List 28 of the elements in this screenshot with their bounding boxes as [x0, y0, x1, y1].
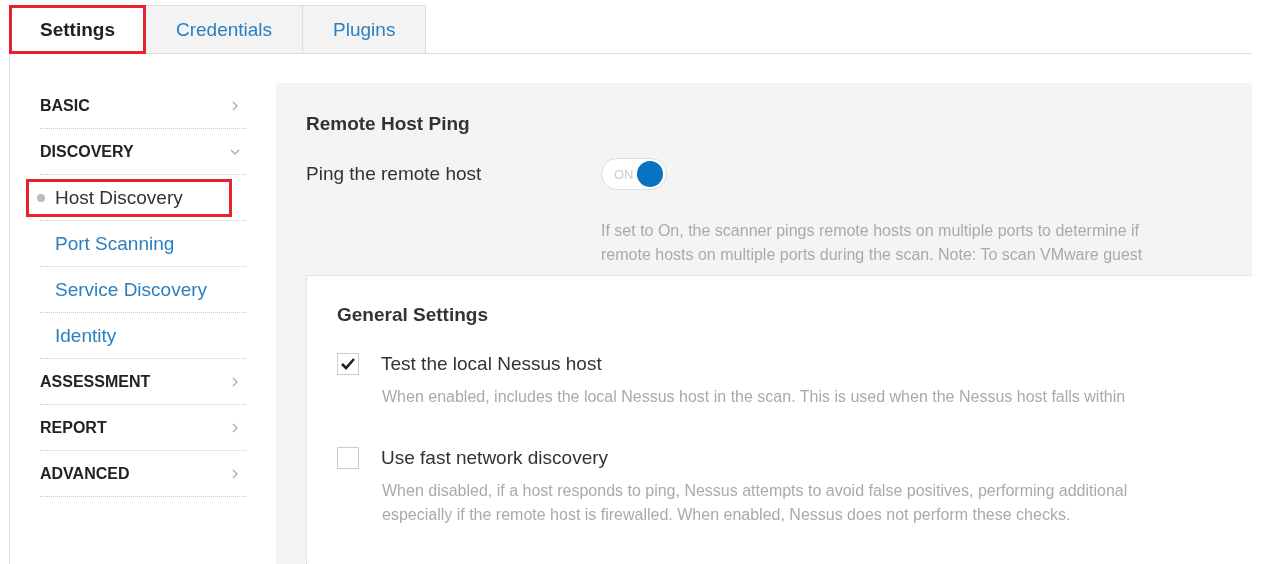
tab[interactable]: Plugins [303, 5, 427, 54]
section-title: Remote Host Ping [306, 113, 471, 135]
sidebar-section[interactable]: ADVANCED [40, 451, 246, 497]
option-description: When enabled, includes the local Nessus host in the scan. This is used when the Nessus host falls within [382, 387, 1127, 407]
setting-label: Ping the remote host [306, 163, 483, 185]
sidebar-item[interactable]: Host Discovery [26, 178, 232, 217]
checkbox[interactable] [337, 447, 359, 469]
section-title: General Settings [337, 304, 489, 326]
sidebar-section[interactable]: DISCOVERY [40, 129, 246, 175]
option-label: Test the local Nessus host [381, 353, 602, 375]
option-description: When disabled, if a host responds to ping, Nessus attempts to avoid false positives, performing additional especially if the remote host is firewalled. When enabled, Nessus does not perform these checks. [382, 481, 1129, 525]
sidebar-section[interactable]: ASSESSMENT [40, 359, 246, 405]
chevron-right-icon [230, 468, 240, 479]
option-label: Use fast network discovery [381, 447, 609, 469]
sidebar-section[interactable]: REPORT [40, 405, 246, 451]
sidebar-item[interactable]: Service Discovery [26, 270, 220, 309]
bullet-icon [37, 193, 45, 202]
sidebar-item[interactable]: Port Scanning [26, 224, 187, 263]
sidebar-item[interactable]: Identity [26, 316, 129, 355]
tab[interactable]: Credentials [145, 5, 304, 54]
tab[interactable]: Settings [9, 5, 146, 54]
chevron-right-icon [230, 376, 240, 387]
checkbox[interactable] [337, 353, 359, 375]
sidebar-section[interactable]: BASIC [40, 83, 246, 129]
setting-description: If set to On, the scanner pings remote hosts on multiple ports to determine if remote hosts on multiple ports during the scan. Note: To scan VMware guest [601, 221, 1144, 265]
chevron-right-icon [230, 100, 240, 111]
chevron-right-icon [230, 422, 240, 433]
checkmark-icon [340, 357, 356, 371]
